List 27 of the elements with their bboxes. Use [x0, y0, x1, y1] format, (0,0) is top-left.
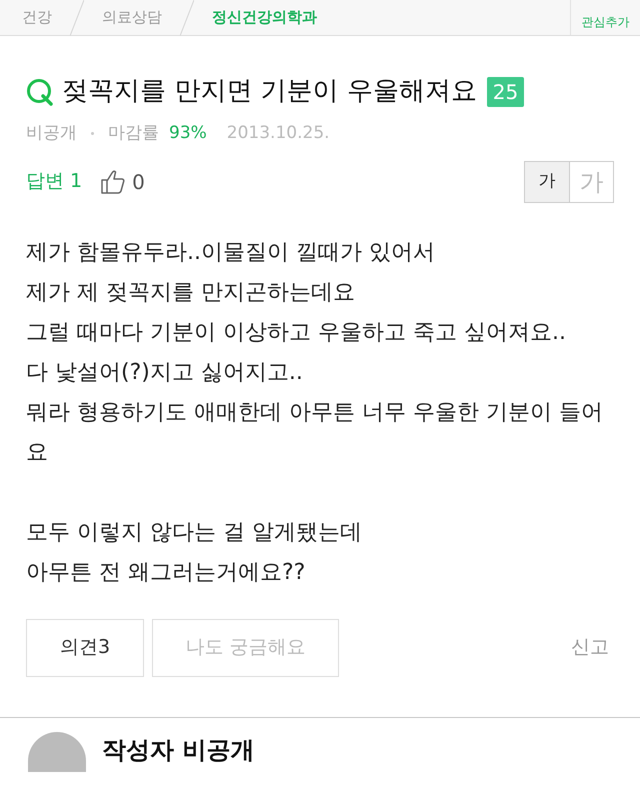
body-text-line: 그럴 때마다 기분이 이상하고 우울하고 죽고 싶어져요.. [26, 318, 567, 346]
close-rate-value: 93% [169, 122, 207, 145]
interest-add-button[interactable]: 관심추가 [570, 0, 640, 35]
report-link[interactable]: 신고 [571, 633, 609, 662]
question-title: 젖꼭지를 만지면 기분이 우울해져요 [62, 75, 477, 108]
body-text-line: 모두 이렇지 않다는 걸 알게됐는데 [26, 518, 363, 546]
breadcrumb-link[interactable]: 정신건강의학과 [212, 6, 317, 29]
body-text-line: 뭐라 형용하기도 애매한데 아무튼 너무 우울한 기분이 들어요 [26, 398, 604, 466]
font-size-button[interactable]: 가 [525, 162, 569, 202]
opinions-button[interactable]: 의견3 [26, 618, 144, 676]
body-text-line: 제가 함몰유두라..이물질이 낄때가 있어서 [26, 238, 436, 266]
body-text-line: 제가 제 젖꼭지를 만지곤하는데요 [26, 278, 356, 306]
question-mark-icon [26, 78, 54, 106]
breadcrumb-link[interactable]: 의료상담 [102, 6, 162, 29]
question-date: 2013.10.25. [226, 122, 330, 145]
avatar [28, 732, 86, 772]
answer-author-name: 작성자 비공개 [102, 734, 254, 766]
author-label: 비공개 [26, 122, 77, 145]
me-too-button[interactable]: 나도 궁금해요 [152, 618, 339, 676]
body-text-line: 아무튼 전 왜그러는거에요?? [26, 558, 306, 586]
thumbs-up-icon[interactable] [100, 168, 126, 194]
answer-count[interactable]: 답변 1 [26, 167, 82, 196]
close-rate-label: 마감률 [108, 122, 159, 145]
like-count: 0 [132, 168, 145, 196]
breadcrumb-link[interactable]: 건강 [22, 6, 52, 29]
body-text-line: 다 낯설어(?)지고 싫어지고.. [26, 358, 304, 386]
points-badge: 25 [486, 76, 524, 106]
